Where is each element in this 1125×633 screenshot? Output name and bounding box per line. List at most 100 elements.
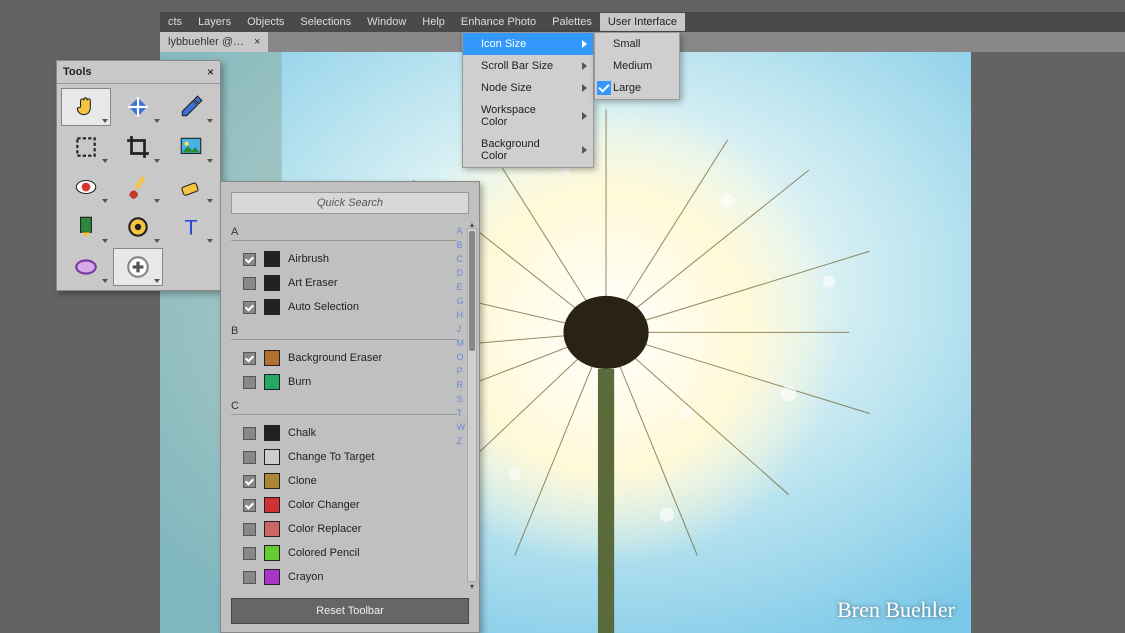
tool-icon xyxy=(264,425,280,441)
reset-toolbar-button[interactable]: Reset Toolbar xyxy=(231,598,469,624)
list-item[interactable]: Change To Target xyxy=(231,445,457,469)
tool-icon xyxy=(264,545,280,561)
tool-target-circle[interactable] xyxy=(113,208,163,246)
tool-icon xyxy=(264,497,280,513)
toolbar-customize-panel: Quick Search A AirbrushArt EraserAuto Sel… xyxy=(220,181,480,633)
chevron-right-icon xyxy=(582,112,587,120)
menu-item-background-color[interactable]: Background Color xyxy=(463,133,593,167)
menu-item-icon-size[interactable]: Icon Size xyxy=(463,33,593,55)
list-item[interactable]: Color Changer xyxy=(231,493,457,517)
list-item[interactable]: Colored Pencil xyxy=(231,541,457,565)
alpha-e[interactable]: E xyxy=(457,282,466,292)
list-item-label: Background Eraser xyxy=(288,352,382,364)
checkbox[interactable] xyxy=(243,451,256,464)
tool-picture[interactable] xyxy=(166,128,216,166)
tool-icon xyxy=(264,275,280,291)
list-item[interactable]: Clone xyxy=(231,469,457,493)
alpha-d[interactable]: D xyxy=(457,268,466,278)
scroll-down-icon[interactable]: ▾ xyxy=(468,581,476,590)
alpha-o[interactable]: O xyxy=(457,352,466,362)
user-interface-menu: Icon SizeScroll Bar SizeNode SizeWorkspa… xyxy=(462,32,594,168)
close-icon[interactable]: × xyxy=(254,36,260,48)
list-item-label: Crayon xyxy=(288,571,323,583)
menu-enhance-photo[interactable]: Enhance Photo xyxy=(453,13,544,31)
tool-icon xyxy=(264,251,280,267)
scroll-thumb[interactable] xyxy=(469,231,475,351)
alpha-z[interactable]: Z xyxy=(457,436,466,446)
checkbox[interactable] xyxy=(243,277,256,290)
chevron-right-icon xyxy=(582,40,587,48)
checkbox[interactable] xyxy=(243,301,256,314)
menu-objects[interactable]: Objects xyxy=(239,13,292,31)
checkbox[interactable] xyxy=(243,352,256,365)
tool-add-plus[interactable] xyxy=(113,248,163,286)
document-tab[interactable]: lybbuehler @… × xyxy=(160,32,268,52)
submenu-item-medium[interactable]: Medium xyxy=(595,55,679,77)
list-item[interactable]: Burn xyxy=(231,370,457,394)
chevron-down-icon xyxy=(154,199,160,203)
tool-move[interactable] xyxy=(113,88,163,126)
menu-cts[interactable]: cts xyxy=(160,13,190,31)
tool-list: A AirbrushArt EraserAuto Selection B Backgr… xyxy=(221,220,479,590)
tool-eraser[interactable] xyxy=(166,168,216,206)
alpha-a[interactable]: A xyxy=(457,226,466,236)
alpha-m[interactable]: M xyxy=(457,338,466,348)
quick-search-input[interactable]: Quick Search xyxy=(231,192,469,214)
list-item[interactable]: Art Eraser xyxy=(231,271,457,295)
tool-selection-rect[interactable] xyxy=(61,128,111,166)
checkbox[interactable] xyxy=(243,253,256,266)
menu-layers[interactable]: Layers xyxy=(190,13,239,31)
list-item[interactable]: Auto Selection xyxy=(231,295,457,319)
svg-text:T: T xyxy=(184,215,197,240)
menu-item-scroll-bar-size[interactable]: Scroll Bar Size xyxy=(463,55,593,77)
menu-item-node-size[interactable]: Node Size xyxy=(463,77,593,99)
tool-paintbrush[interactable] xyxy=(113,168,163,206)
list-item[interactable]: Crayon xyxy=(231,565,457,589)
tool-pan-hand[interactable] xyxy=(61,88,111,126)
checkbox[interactable] xyxy=(243,475,256,488)
chevron-down-icon xyxy=(207,199,213,203)
tool-icon xyxy=(264,521,280,537)
list-item[interactable]: Airbrush xyxy=(231,247,457,271)
tool-red-eye[interactable] xyxy=(61,168,111,206)
tool-crop[interactable] xyxy=(113,128,163,166)
alpha-r[interactable]: R xyxy=(457,380,466,390)
menu-item-workspace-color[interactable]: Workspace Color xyxy=(463,99,593,133)
alpha-s[interactable]: S xyxy=(457,394,466,404)
tool-eyedropper[interactable] xyxy=(166,88,216,126)
alpha-t[interactable]: T xyxy=(457,408,466,418)
chevron-down-icon xyxy=(207,159,213,163)
tool-text[interactable]: T xyxy=(166,208,216,246)
tool-ellipse-shape[interactable] xyxy=(61,248,111,286)
checkbox[interactable] xyxy=(243,499,256,512)
tool-smart-fill[interactable] xyxy=(61,208,111,246)
alpha-h[interactable]: H xyxy=(457,310,466,320)
menu-user-interface[interactable]: User Interface xyxy=(600,13,685,31)
checkbox[interactable] xyxy=(243,523,256,536)
tools-header[interactable]: Tools × xyxy=(57,61,220,84)
menu-help[interactable]: Help xyxy=(414,13,453,31)
alpha-g[interactable]: G xyxy=(457,296,466,306)
submenu-item-large[interactable]: Large xyxy=(595,77,679,99)
menu-palettes[interactable]: Palettes xyxy=(544,13,600,31)
submenu-item-small[interactable]: Small xyxy=(595,33,679,55)
list-item[interactable]: Background Eraser xyxy=(231,346,457,370)
scroll-up-icon[interactable]: ▴ xyxy=(468,220,476,229)
checkbox[interactable] xyxy=(243,376,256,389)
menu-window[interactable]: Window xyxy=(359,13,414,31)
checkbox[interactable] xyxy=(243,571,256,584)
alpha-b[interactable]: B xyxy=(457,240,466,250)
tab-label: lybbuehler @… xyxy=(168,36,244,48)
alpha-w[interactable]: W xyxy=(457,422,466,432)
checkbox[interactable] xyxy=(243,427,256,440)
menu-selections[interactable]: Selections xyxy=(292,13,359,31)
list-item[interactable]: Chalk xyxy=(231,421,457,445)
checkbox[interactable] xyxy=(243,547,256,560)
alpha-c[interactable]: C xyxy=(457,254,466,264)
tool-icon xyxy=(264,299,280,315)
scrollbar[interactable]: ▴ ▾ xyxy=(467,228,477,582)
list-item[interactable]: Color Replacer xyxy=(231,517,457,541)
close-icon[interactable]: × xyxy=(207,65,214,79)
alpha-p[interactable]: P xyxy=(457,366,466,376)
alpha-j[interactable]: J xyxy=(457,324,466,334)
